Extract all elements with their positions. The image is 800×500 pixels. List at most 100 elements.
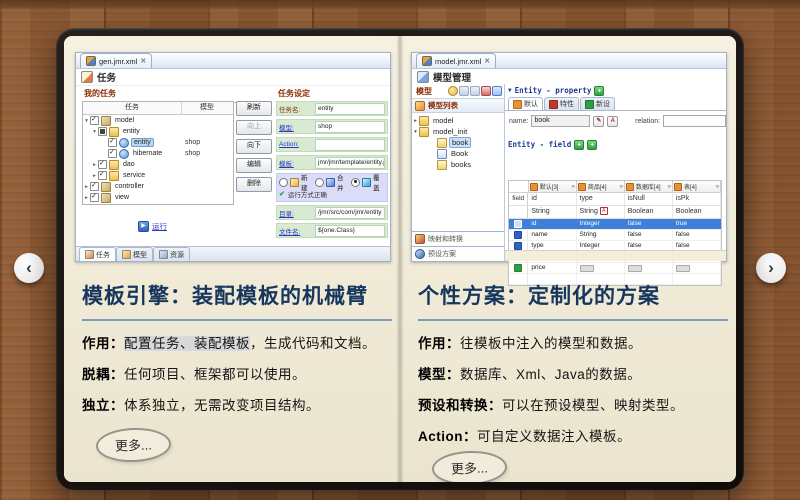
col-header[interactable]: isPk — [673, 193, 722, 205]
expand-icon[interactable] — [91, 162, 98, 168]
model-tree-row[interactable]: Book — [412, 148, 504, 159]
expand-icon[interactable] — [83, 184, 90, 190]
value-button[interactable] — [579, 265, 594, 272]
group-tab-table[interactable]: 表[4] » — [672, 181, 722, 192]
prev-slide-button[interactable]: ‹ — [14, 253, 44, 283]
column-header-model[interactable]: 模型 — [182, 102, 232, 114]
checkbox[interactable] — [98, 159, 107, 169]
next-slide-button[interactable]: › — [756, 253, 786, 283]
action-input[interactable] — [315, 138, 385, 151]
add-field-group-icon[interactable]: ✚ — [587, 139, 598, 150]
name-input[interactable]: book — [531, 115, 591, 127]
task-tree-row[interactable]: dao — [83, 159, 233, 170]
group-tab-database[interactable]: 数据库[4] » — [624, 181, 673, 192]
checkbox[interactable] — [98, 127, 107, 136]
task-tree-row[interactable]: entity — [83, 126, 233, 137]
expand-group-icon[interactable]: » — [620, 184, 623, 190]
model-tree-row[interactable]: books — [412, 159, 504, 170]
add-field-icon[interactable]: ✚ — [574, 139, 585, 150]
rename-icon[interactable]: A — [607, 115, 619, 127]
editor-tab-modeljmr[interactable]: model.jmr.xml ✕ — [416, 53, 497, 68]
field-row[interactable]: price — [509, 263, 722, 274]
filename-link[interactable]: 文件名: — [277, 226, 315, 236]
help-icon[interactable] — [448, 86, 458, 96]
task-tree-row[interactable]: hibernate shop — [83, 148, 233, 159]
group-tab-default[interactable]: 默认[3] » — [528, 181, 577, 192]
task-tree-row[interactable]: model — [83, 115, 233, 126]
template-input[interactable]: jmr/jmr/template/entity.java.jet — [315, 156, 385, 169]
col-header[interactable]: id — [528, 193, 577, 205]
expand-icon[interactable] — [91, 129, 98, 135]
move-up-button[interactable]: 向上 — [236, 120, 272, 135]
expand-icon[interactable] — [412, 118, 419, 124]
expand-icon[interactable] — [83, 195, 90, 201]
col-header[interactable]: type — [577, 193, 625, 205]
relation-input[interactable] — [663, 115, 726, 127]
task-tree-row[interactable]: view — [83, 192, 233, 203]
more-button-left[interactable]: 更多... — [95, 426, 172, 464]
section-presets[interactable]: 预设方案 — [412, 246, 504, 261]
filename-input[interactable]: ${one.Class} — [315, 224, 385, 237]
tab-new[interactable]: 新设 — [580, 97, 615, 110]
move-down-button[interactable]: 向下 — [236, 139, 272, 154]
value-button[interactable] — [627, 265, 642, 272]
grid-icon[interactable] — [470, 86, 480, 96]
field-row-selected[interactable]: id Integer false true — [509, 219, 722, 230]
expand-icon[interactable] — [91, 173, 98, 179]
edit-button[interactable]: 编辑 — [236, 158, 272, 173]
checkbox[interactable] — [108, 148, 117, 158]
task-tree-row[interactable]: service — [83, 170, 233, 181]
model-input[interactable]: shop — [315, 120, 385, 133]
radio-new[interactable] — [279, 177, 288, 187]
model-tree-row[interactable]: model — [412, 115, 504, 126]
template-link[interactable]: 模板: — [277, 158, 315, 168]
checkbox[interactable] — [98, 170, 107, 180]
directory-input[interactable]: /jmr/src/com/jmr/entity — [315, 206, 385, 219]
tab-tasks[interactable]: 任务 — [79, 247, 116, 261]
task-name-input[interactable]: entity — [315, 102, 385, 115]
tab-attributes[interactable]: 特性 — [544, 97, 579, 110]
expand-group-icon[interactable]: » — [668, 184, 671, 190]
close-icon[interactable]: ✕ — [140, 57, 146, 65]
run-link[interactable]: ▶ 运行 — [138, 221, 167, 232]
expand-icon[interactable] — [83, 118, 90, 124]
group-tab-product[interactable]: 商品[4] » — [576, 181, 625, 192]
value-button[interactable] — [675, 265, 690, 272]
tab-default[interactable]: 默认 — [508, 97, 543, 110]
model-tree-row[interactable]: model_init — [412, 126, 504, 137]
radio-merge[interactable] — [315, 177, 324, 187]
checkbox[interactable] — [90, 115, 99, 125]
model-link[interactable]: 模型: — [277, 122, 315, 132]
editor-tab-genjmr[interactable]: gen.jmr.xml ✕ — [80, 53, 153, 68]
refresh-button[interactable]: 刷新 — [236, 101, 272, 116]
collapse-icon[interactable]: ▼ — [508, 87, 512, 94]
model-tree-row-selected[interactable]: book — [412, 137, 504, 148]
add-property-icon[interactable]: ✚ — [594, 85, 605, 96]
expand-group-icon[interactable]: » — [716, 184, 719, 190]
expand-group-icon[interactable]: » — [572, 184, 575, 190]
edit-name-icon[interactable]: ✎ — [593, 115, 605, 127]
close-icon[interactable]: ✕ — [484, 57, 490, 65]
checkbox[interactable] — [90, 192, 99, 202]
section-mapping[interactable]: 映射和转换 — [412, 231, 504, 246]
radio-overwrite[interactable] — [351, 177, 360, 187]
col-header[interactable]: isNull — [625, 193, 673, 205]
string-editor-icon[interactable]: A — [599, 207, 608, 216]
more-button-right[interactable]: 更多... — [431, 449, 508, 482]
tab-resources[interactable]: 资源 — [153, 247, 190, 261]
import-icon[interactable] — [459, 86, 469, 96]
task-tree-row[interactable]: controller — [83, 181, 233, 192]
model-list-header[interactable]: 模型列表 — [412, 98, 504, 113]
expand-icon[interactable] — [412, 129, 419, 135]
tree-view-icon[interactable] — [492, 86, 502, 96]
action-link[interactable]: Action: — [277, 141, 315, 148]
directory-link[interactable]: 目录: — [277, 208, 315, 218]
checkbox[interactable] — [108, 137, 117, 147]
tab-model[interactable]: 模型 — [116, 247, 153, 261]
delete-button[interactable]: 删除 — [236, 177, 272, 192]
field-row[interactable]: name String false false — [509, 230, 722, 241]
checkbox[interactable] — [90, 181, 99, 191]
column-header-task[interactable]: 任务 — [83, 102, 182, 114]
task-tree-row-selected[interactable]: entity shop — [83, 137, 233, 148]
generate-icon[interactable] — [481, 86, 491, 96]
